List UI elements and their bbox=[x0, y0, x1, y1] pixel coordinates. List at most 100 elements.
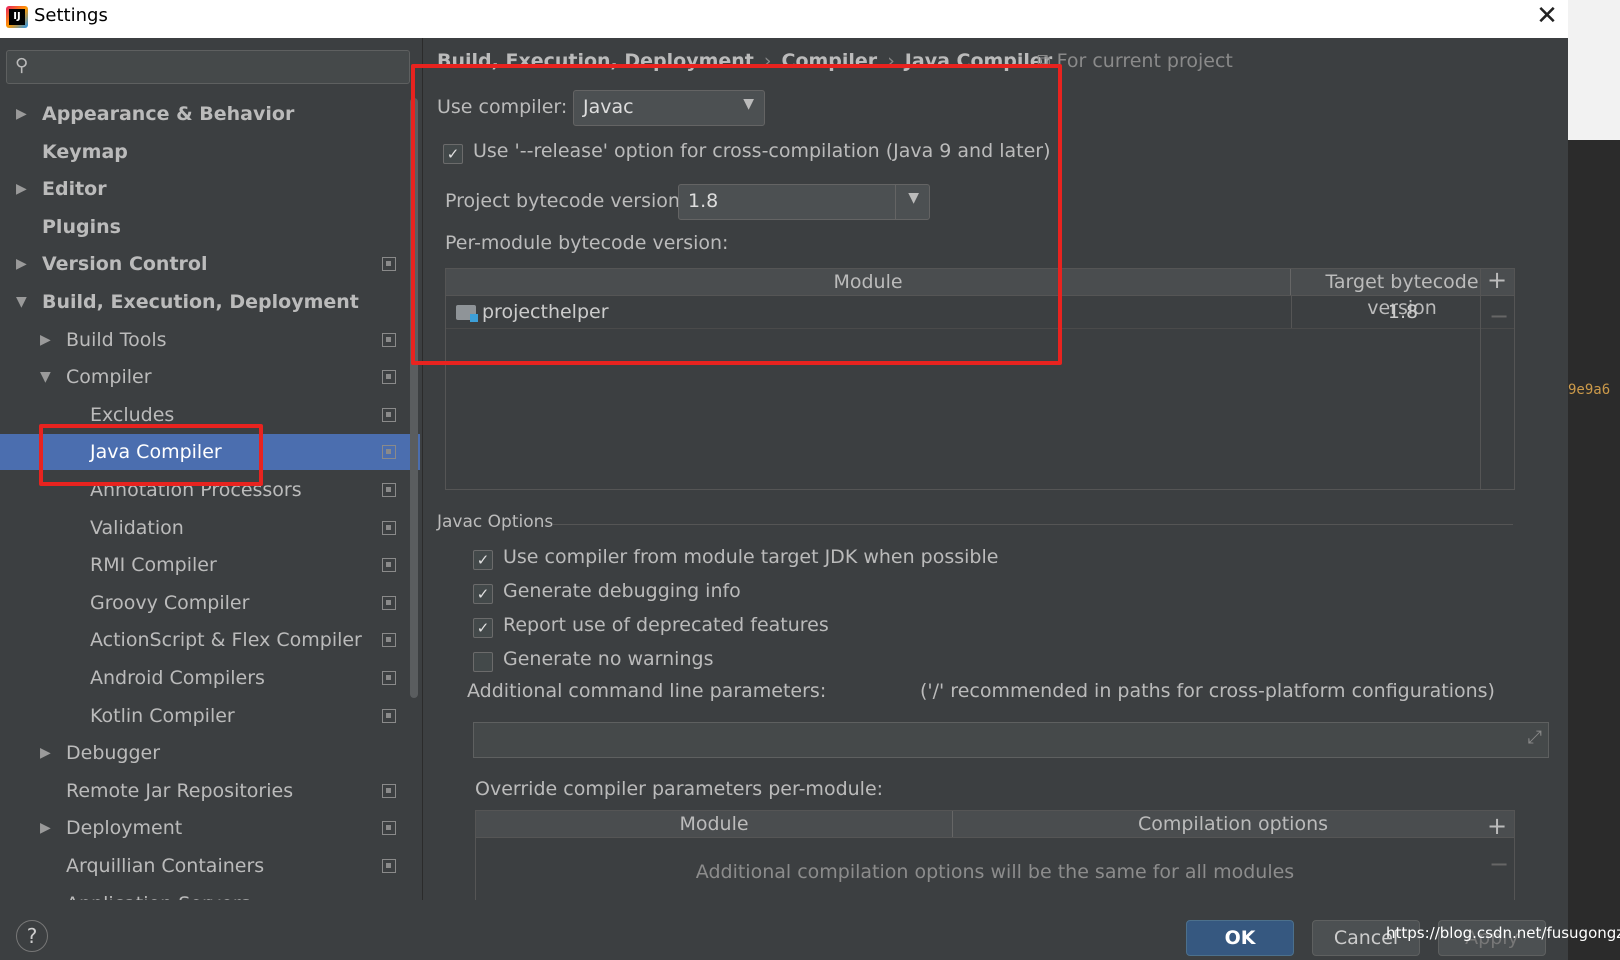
background-window: 9e9a6 bbox=[1568, 0, 1620, 960]
table-row[interactable]: projecthelper 1.8 bbox=[446, 296, 1514, 329]
additional-params-hint: ('/' recommended in paths for cross-plat… bbox=[920, 680, 1495, 702]
remove-module-button[interactable]: − bbox=[1489, 302, 1509, 330]
search-input[interactable]: ⚲ bbox=[6, 50, 410, 84]
project-scope-icon: ⧉ bbox=[1037, 50, 1051, 72]
table-header: Module Target bytecode version bbox=[446, 269, 1514, 319]
sidebar-item-label: ActionScript & Flex Compiler bbox=[90, 629, 362, 651]
table-toolbar-divider bbox=[1480, 269, 1481, 489]
use-target-jdk-checkbox[interactable]: ✓ bbox=[473, 550, 493, 570]
sidebar-item[interactable]: ▶ Build Tools bbox=[0, 322, 420, 358]
sidebar-item-label: Annotation Processors bbox=[90, 479, 302, 501]
sidebar-item[interactable]: RMI Compiler bbox=[0, 547, 420, 583]
sidebar-item[interactable]: Annotation Processors bbox=[0, 472, 420, 508]
chevron-down-icon: ▼ bbox=[908, 190, 919, 206]
collapsed-arrow-icon[interactable]: ▶ bbox=[16, 246, 27, 282]
project-scope-icon bbox=[382, 558, 396, 572]
sidebar-item-label: Kotlin Compiler bbox=[90, 705, 235, 727]
sidebar-item[interactable]: Validation bbox=[0, 510, 420, 546]
empty-table-text: Additional compilation options will be t… bbox=[695, 861, 1295, 883]
expanded-arrow-icon[interactable]: ▼ bbox=[16, 284, 27, 320]
debug-info-label: Generate debugging info bbox=[503, 580, 741, 602]
sidebar-item[interactable]: Application Servers bbox=[0, 886, 420, 900]
sidebar-item-label: Application Servers bbox=[66, 886, 250, 900]
additional-params-input[interactable]: ⤢ bbox=[473, 722, 1549, 758]
bytecode-version-label: Project bytecode version: bbox=[445, 190, 687, 212]
sidebar-item-label: RMI Compiler bbox=[90, 554, 217, 576]
settings-sidebar: ⚲ ▶ Appearance & Behavior Keymap ▶ Editor Plu… bbox=[0, 38, 423, 900]
sidebar-item-label: Java Compiler bbox=[90, 441, 222, 463]
sidebar-item[interactable]: ▼ Build, Execution, Deployment bbox=[0, 284, 420, 320]
sidebar-item[interactable]: Kotlin Compiler bbox=[0, 698, 420, 734]
use-compiler-dropdown[interactable]: Javac ▼ bbox=[573, 90, 765, 126]
scope-label: For current project bbox=[1056, 50, 1233, 72]
sidebar-item[interactable]: ▶ Editor bbox=[0, 171, 420, 207]
watermark-text: https://blog.csdn.net/fusugongzi bbox=[1386, 924, 1620, 942]
close-icon[interactable]: ✕ bbox=[1530, 0, 1564, 34]
sidebar-item[interactable]: ActionScript & Flex Compiler bbox=[0, 622, 420, 658]
no-warnings-checkbox[interactable] bbox=[473, 652, 493, 672]
project-scope-icon bbox=[382, 633, 396, 647]
module-folder-icon bbox=[456, 305, 478, 322]
sidebar-item[interactable]: Plugins bbox=[0, 209, 420, 245]
collapsed-arrow-icon[interactable]: ▶ bbox=[40, 322, 51, 358]
sidebar-item[interactable]: Keymap bbox=[0, 134, 420, 170]
background-hash-text: 9e9a6 bbox=[1568, 382, 1611, 398]
sidebar-item-label: Keymap bbox=[42, 141, 128, 163]
sidebar-item[interactable]: Excludes bbox=[0, 397, 420, 433]
breadcrumb: Build, Execution, Deployment › Compiler › Ja… bbox=[437, 50, 1052, 72]
add-override-button[interactable]: + bbox=[1487, 812, 1507, 840]
sidebar-item-label: Android Compilers bbox=[90, 667, 265, 689]
sidebar-item[interactable]: ▶ Version Control bbox=[0, 246, 420, 282]
project-scope-icon bbox=[382, 257, 396, 271]
collapsed-arrow-icon[interactable]: ▶ bbox=[16, 171, 27, 207]
sidebar-item-label: Deployment bbox=[66, 817, 183, 839]
project-scope-icon bbox=[382, 709, 396, 723]
use-target-jdk-label: Use compiler from module target JDK when… bbox=[503, 546, 999, 568]
window-title: Settings bbox=[34, 5, 108, 26]
sidebar-item[interactable]: ▶ Deployment bbox=[0, 810, 420, 846]
ok-button[interactable]: OK bbox=[1186, 920, 1294, 956]
no-warnings-label: Generate no warnings bbox=[503, 648, 714, 670]
project-scope-icon bbox=[382, 370, 396, 384]
project-scope-icon bbox=[382, 483, 396, 497]
sidebar-item[interactable]: ▶ Debugger bbox=[0, 735, 420, 771]
project-scope-icon bbox=[382, 445, 396, 459]
sidebar-item-label: Compiler bbox=[66, 366, 152, 388]
add-module-button[interactable]: + bbox=[1487, 266, 1507, 294]
sidebar-scrollbar[interactable] bbox=[410, 98, 418, 698]
sidebar-item[interactable]: Android Compilers bbox=[0, 660, 420, 696]
remove-override-button[interactable]: − bbox=[1489, 850, 1509, 878]
help-button[interactable]: ? bbox=[16, 920, 48, 952]
sidebar-item[interactable]: ▼ Compiler bbox=[0, 359, 420, 395]
column-header-module[interactable]: Module bbox=[476, 811, 953, 837]
title-bar: IJ Settings ✕ bbox=[0, 0, 1568, 38]
debug-info-checkbox[interactable]: ✓ bbox=[473, 584, 493, 604]
bytecode-version-dropdown[interactable]: 1.8 ▼ bbox=[678, 184, 930, 220]
project-scope-icon bbox=[382, 821, 396, 835]
sidebar-item[interactable]: ▶ Appearance & Behavior bbox=[0, 96, 420, 132]
collapsed-arrow-icon[interactable]: ▶ bbox=[40, 735, 51, 771]
deprecated-features-checkbox[interactable]: ✓ bbox=[473, 618, 493, 638]
settings-content: Build, Execution, Deployment › Compiler › Ja… bbox=[423, 38, 1568, 901]
sidebar-item-label: Appearance & Behavior bbox=[42, 103, 295, 125]
sidebar-item[interactable]: Java Compiler bbox=[0, 434, 420, 470]
column-header-module[interactable]: Module bbox=[446, 269, 1291, 295]
collapsed-arrow-icon[interactable]: ▶ bbox=[40, 810, 51, 846]
section-divider bbox=[553, 524, 1513, 525]
sidebar-item-label: Validation bbox=[90, 517, 184, 539]
expand-icon[interactable]: ⤢ bbox=[1528, 727, 1542, 748]
release-option-label: Use '--release' option for cross-compila… bbox=[473, 140, 1051, 162]
column-header-compilation-options[interactable]: Compilation options bbox=[953, 811, 1513, 837]
scope-indicator: ⧉ For current project bbox=[1037, 50, 1233, 72]
sidebar-item-label: Groovy Compiler bbox=[90, 592, 250, 614]
expanded-arrow-icon[interactable]: ▼ bbox=[40, 359, 51, 395]
project-scope-icon bbox=[382, 408, 396, 422]
sidebar-item[interactable]: Arquillian Containers bbox=[0, 848, 420, 884]
sidebar-item[interactable]: Groovy Compiler bbox=[0, 585, 420, 621]
collapsed-arrow-icon[interactable]: ▶ bbox=[16, 96, 27, 132]
project-scope-icon bbox=[382, 333, 396, 347]
release-option-checkbox[interactable]: ✓ bbox=[443, 144, 463, 164]
per-module-label: Per-module bytecode version: bbox=[445, 232, 729, 254]
sidebar-item[interactable]: Remote Jar Repositories bbox=[0, 773, 420, 809]
sidebar-item-label: Plugins bbox=[42, 216, 121, 238]
